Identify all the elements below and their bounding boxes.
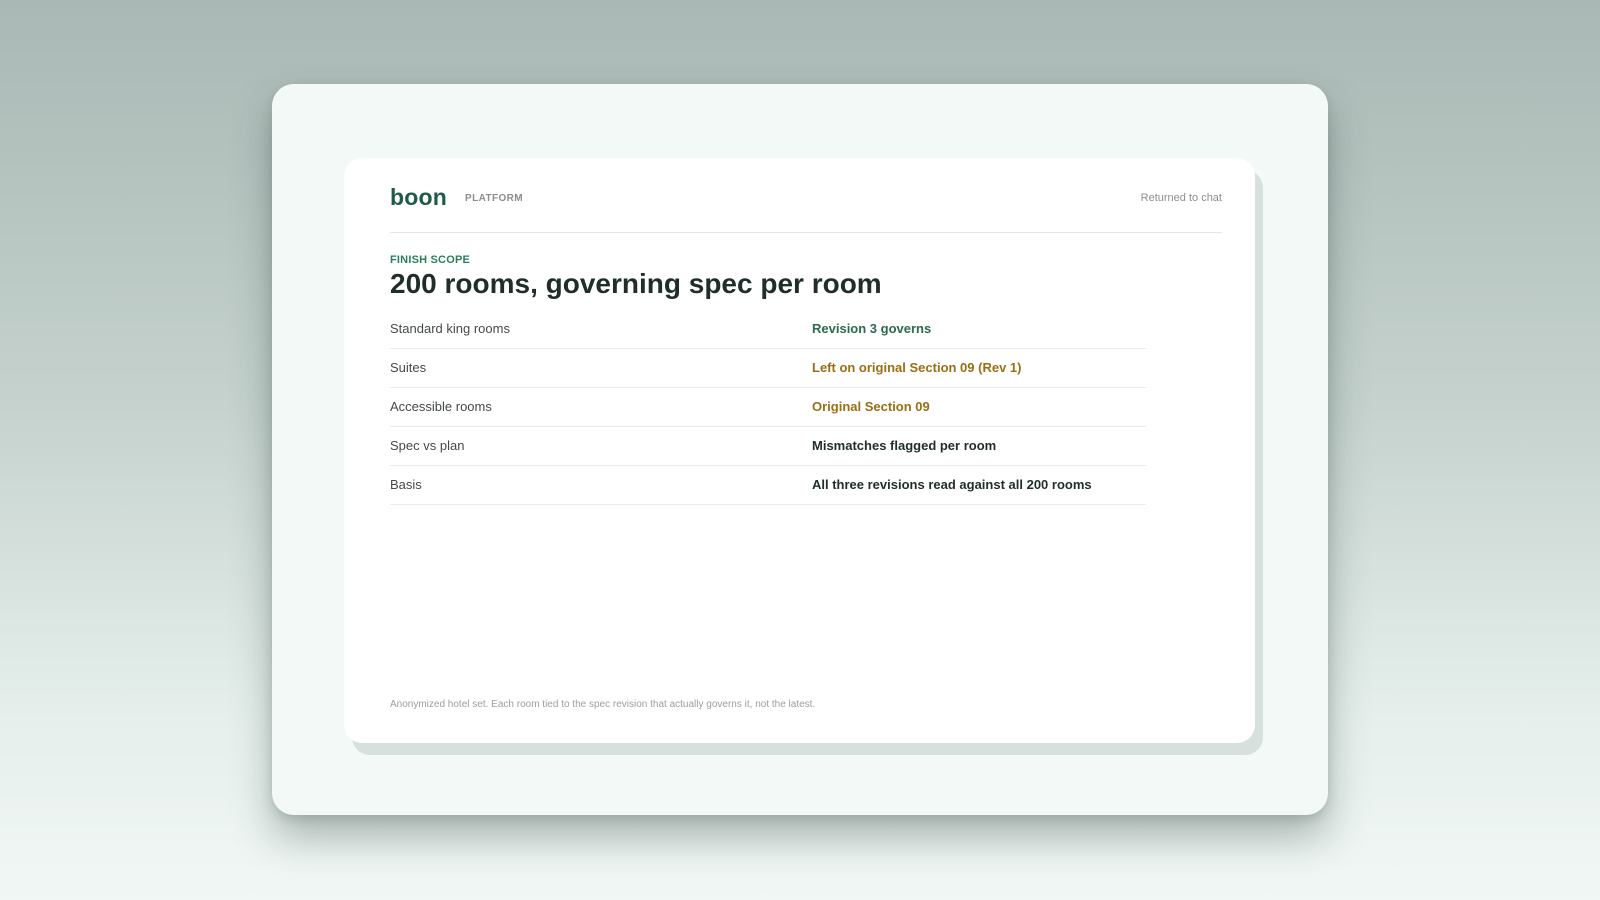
row-value: Original Section 09 xyxy=(812,399,930,414)
row-label: Standard king rooms xyxy=(390,321,510,336)
footnote: Anonymized hotel set. Each room tied to … xyxy=(390,699,816,710)
row-value: All three revisions read against all 200… xyxy=(812,477,1092,492)
row-label: Basis xyxy=(390,477,422,492)
table-row: Standard king rooms Revision 3 governs xyxy=(390,310,1146,349)
row-value: Mismatches flagged per room xyxy=(812,438,997,453)
card-header: boon PLATFORM Returned to chat xyxy=(390,184,1222,233)
scope-table: Standard king rooms Revision 3 governs S… xyxy=(390,310,1146,505)
row-value: Revision 3 governs xyxy=(812,321,932,336)
section-eyebrow: FINISH SCOPE xyxy=(390,254,471,266)
row-label: Spec vs plan xyxy=(390,438,465,453)
main-card: boon PLATFORM Returned to chat FINISH SC… xyxy=(344,158,1255,743)
table-row: Suites Left on original Section 09 (Rev … xyxy=(390,349,1146,388)
table-row: Basis All three revisions read against a… xyxy=(390,466,1146,505)
table-row: Accessible rooms Original Section 09 xyxy=(390,388,1146,427)
platform-label: PLATFORM xyxy=(465,193,524,204)
row-label: Accessible rooms xyxy=(390,399,492,414)
returned-to-chat-status[interactable]: Returned to chat xyxy=(1141,192,1222,204)
table-row: Spec vs plan Mismatches flagged per room xyxy=(390,427,1146,466)
brand-logo[interactable]: boon xyxy=(390,184,447,211)
row-value: Left on original Section 09 (Rev 1) xyxy=(812,360,1022,375)
page-title: 200 rooms, governing spec per room xyxy=(390,268,882,299)
row-label: Suites xyxy=(390,360,427,375)
